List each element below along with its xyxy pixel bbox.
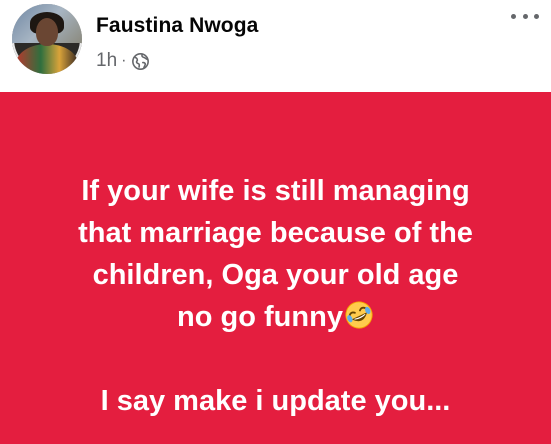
more-dot (511, 13, 516, 19)
post-text-line: that marriage because of the (78, 217, 473, 249)
avatar-body (16, 44, 78, 74)
author-avatar[interactable] (12, 4, 82, 74)
meta-separator: · (121, 52, 127, 69)
post-meta: 1h · (96, 50, 150, 72)
facebook-post: Faustina Nwoga 1h · If your wife is stil… (0, 0, 551, 444)
post-text-line: If your wife is still managing (81, 175, 470, 207)
post-time[interactable]: 1h (96, 50, 117, 72)
post-text-line: no go funny (177, 301, 343, 333)
more-dot (534, 13, 539, 19)
more-dot (522, 13, 528, 19)
post-text-line: children, Oga your old age (92, 259, 459, 291)
post-header: Faustina Nwoga 1h · (0, 0, 551, 92)
rolling-on-the-floor-laughing-icon (345, 301, 373, 329)
post-content: If your wife is still managing that marr… (0, 92, 551, 444)
globe-icon[interactable] (132, 52, 150, 70)
post-text-line-with-emoji: no go funny (0, 300, 551, 334)
avatar-face (36, 18, 58, 46)
more-options-icon[interactable] (511, 6, 539, 26)
author-name[interactable]: Faustina Nwoga (96, 14, 258, 38)
post-text-line: I say make i update you... (100, 385, 451, 417)
